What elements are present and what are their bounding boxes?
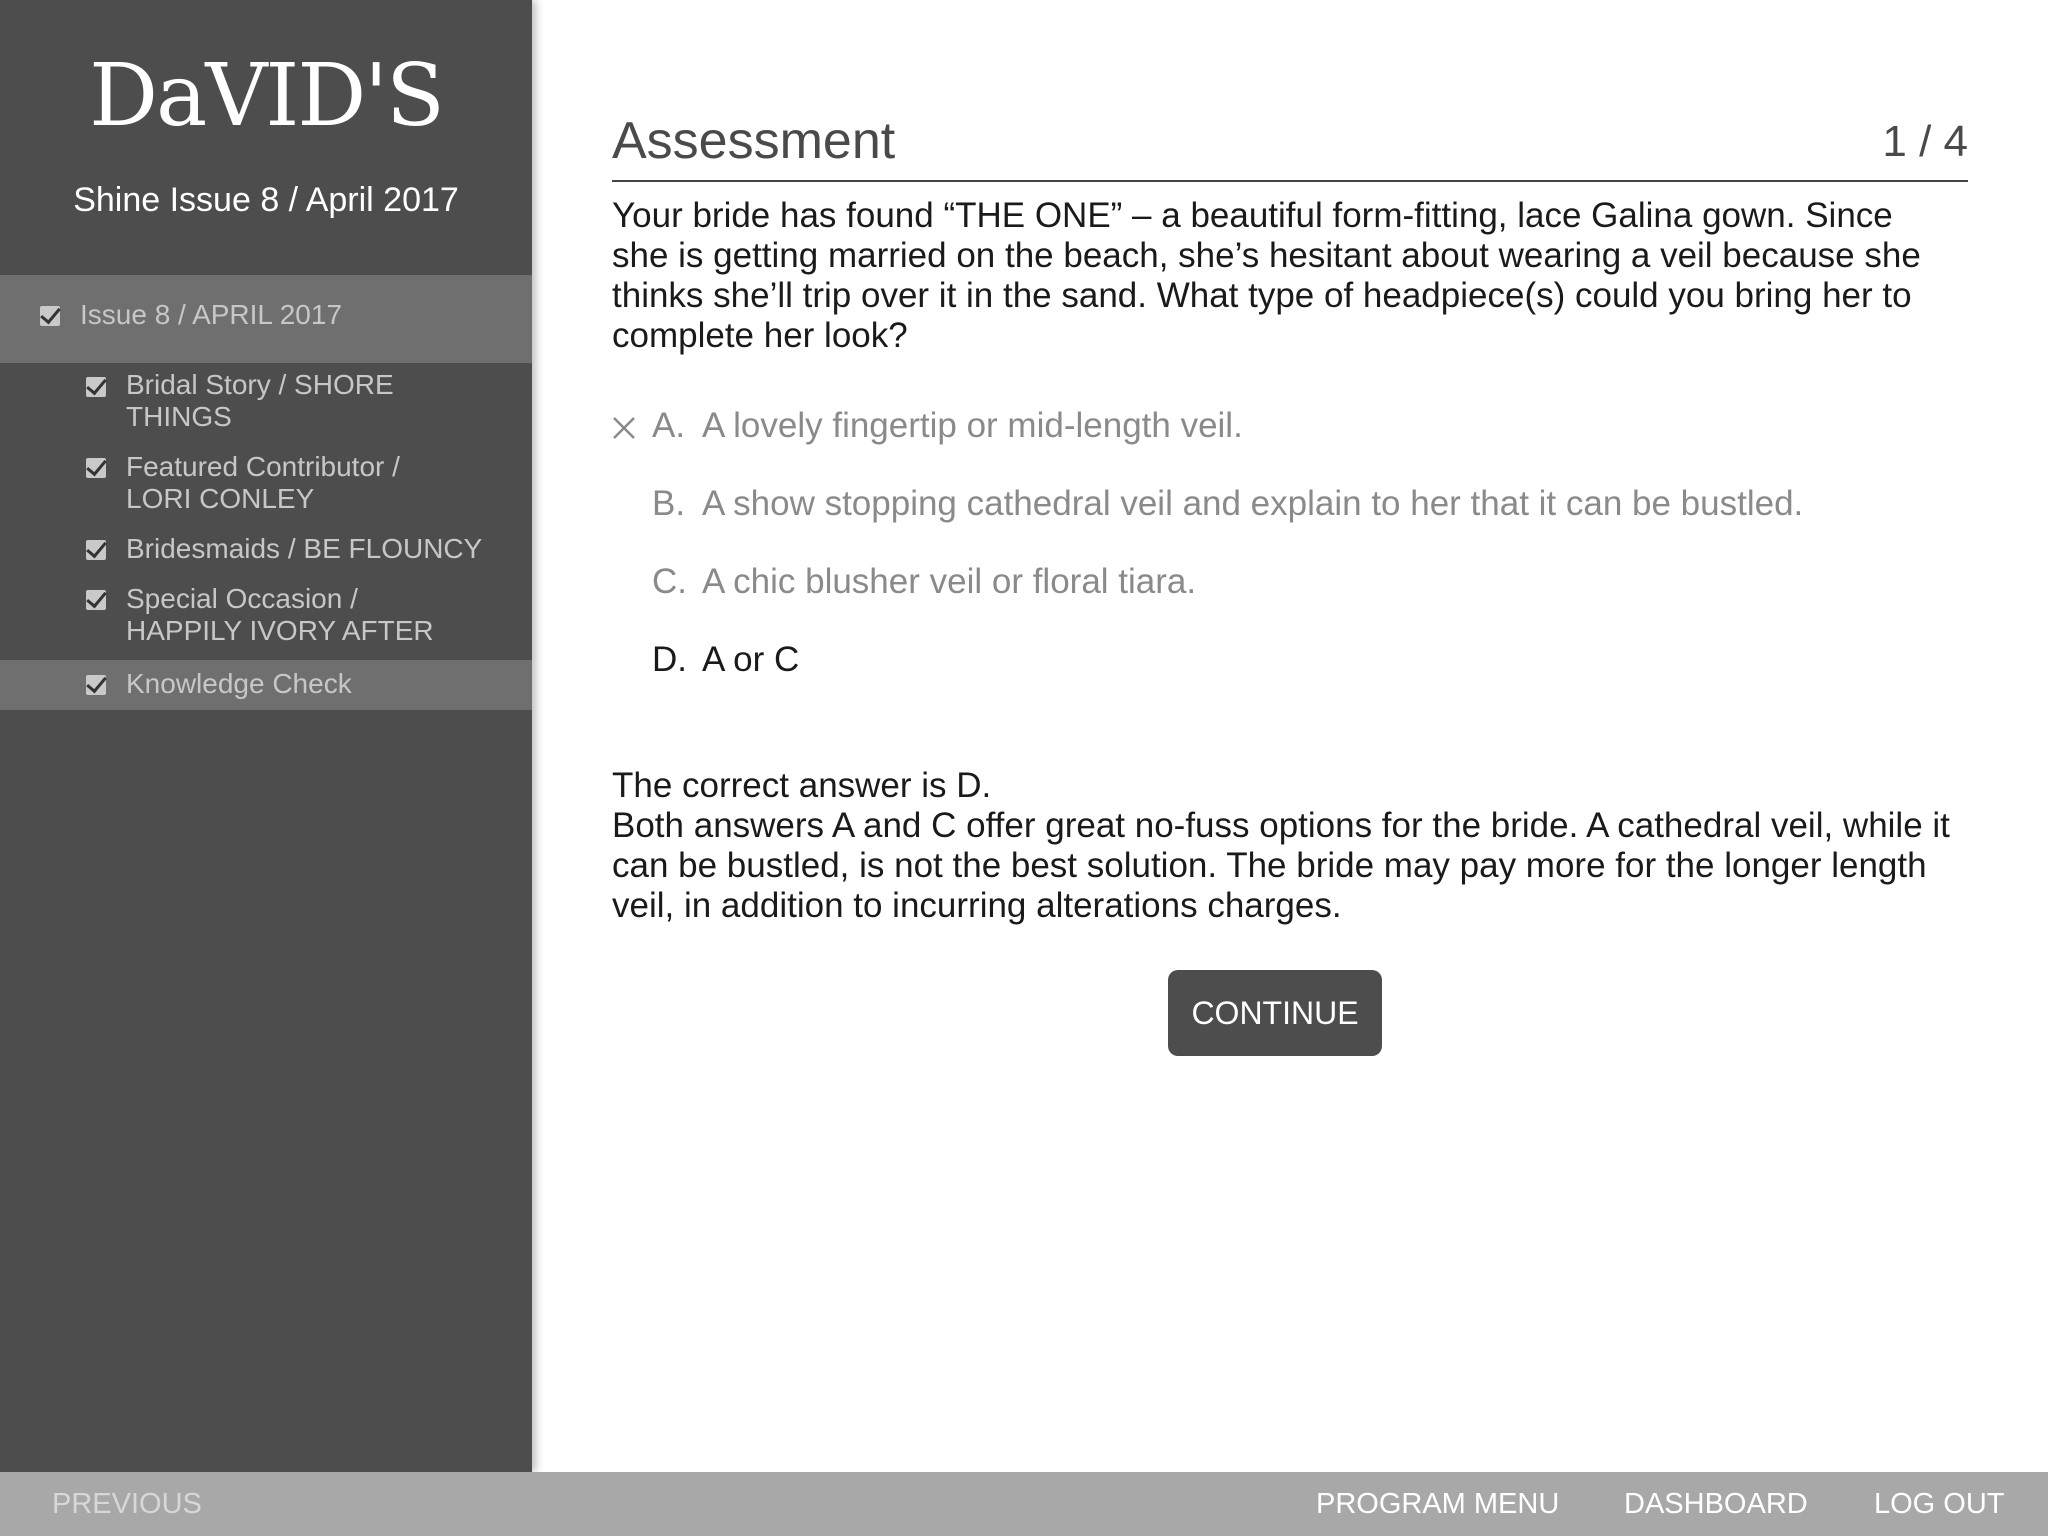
divider [612,180,1968,182]
answer-feedback: The correct answer is D. Both answers A … [612,766,1952,926]
program-menu-link[interactable]: PROGRAM MENU [1316,1472,1559,1536]
previous-button[interactable]: PREVIOUS [52,1472,202,1536]
brand-logo: DaVID'S [89,46,445,146]
option-letter: B. [652,484,686,523]
nav-item-label: Special Occasion / HAPPILY IVORY AFTER [126,583,434,646]
nav-item-issue[interactable]: Issue 8 / APRIL 2017 [0,275,532,363]
option-letter: D. [652,640,687,679]
option-text: A chic blusher veil or floral tiara. [702,562,1197,601]
answer-option-c[interactable]: C. A chic blusher veil or floral tiara. [652,560,1196,604]
option-letter: C. [652,562,687,601]
answer-option-a[interactable]: A. A lovely fingertip or mid-length veil. [613,404,1243,448]
option-text: A or C [702,640,800,679]
nav-item-label: Bridal Story / SHORE THINGS [126,369,394,432]
footer-nav: PREVIOUS PROGRAM MENU DASHBOARD LOG OUT [0,1472,2048,1536]
logout-link[interactable]: LOG OUT [1874,1472,2005,1536]
option-letter: A. [652,406,686,445]
checkbox-checked-icon [86,590,106,610]
nav-item-label: Issue 8 / APRIL 2017 [80,299,343,330]
question-counter: 1 / 4 [1882,117,1968,166]
dashboard-link[interactable]: DASHBOARD [1624,1472,1808,1536]
checkbox-checked-icon [86,458,106,478]
nav-item-label: Knowledge Check [126,668,352,699]
option-text: A show stopping cathedral veil and expla… [702,484,1804,523]
checkbox-checked-icon [86,377,106,397]
feedback-body: Both answers A and C offer great no-fuss… [612,806,1950,925]
nav-item-knowledge-check[interactable]: Knowledge Check [0,660,532,710]
answer-option-d[interactable]: D. A or C [652,638,799,682]
incorrect-x-icon [613,417,635,439]
checkbox-checked-icon [86,540,106,560]
nav-item-label: Bridesmaids / BE FLOUNCY [126,533,483,564]
option-text: A lovely fingertip or mid-length veil. [702,406,1243,445]
checkbox-checked-icon [86,675,106,695]
issue-title: Shine Issue 8 / April 2017 [73,181,459,219]
checkbox-checked-icon [40,306,60,326]
answer-option-b[interactable]: B. A show stopping cathedral veil and exp… [652,482,1803,526]
sidebar: DaVID'S Shine Issue 8 / April 2017 Issue… [0,0,532,1472]
feedback-title: The correct answer is D. [612,766,992,805]
nav-item-label: Featured Contributor / LORI CONLEY [126,451,400,514]
page-title: Assessment [612,112,896,170]
continue-button[interactable]: CONTINUE [1168,970,1382,1056]
question-text: Your bride has found “THE ONE” – a beaut… [612,196,1921,355]
